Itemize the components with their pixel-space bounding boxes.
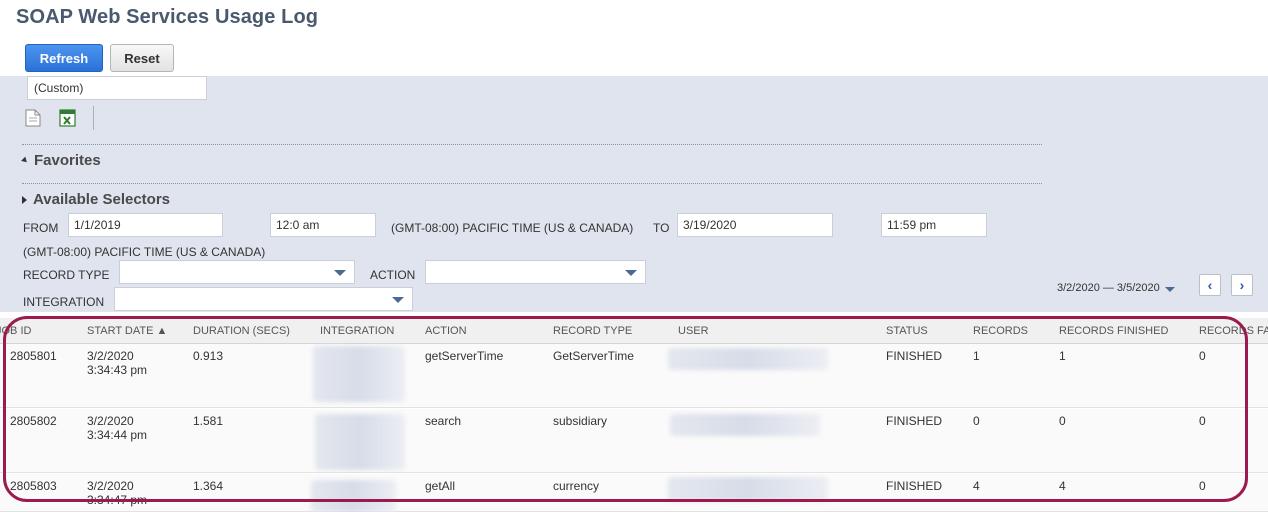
to-date-field[interactable]: 3/19/2020 [677,213,833,237]
date-range-select[interactable]: 3/2/2020 — 3/5/2020 [1057,282,1175,294]
job-id-cell[interactable]: 2805803 [10,479,57,493]
start-time-cell: 3:34:43 pm [87,363,148,377]
records-finished-cell: 4 [1059,479,1066,493]
user-cell-redacted [670,414,820,436]
column-header-records-failed[interactable]: RECORDS FA [1199,325,1268,337]
column-header-action[interactable]: ACTION [425,325,467,337]
favorites-toggle[interactable]: Favorites [21,152,101,169]
column-header-records[interactable]: RECORDS [973,325,1028,337]
status-cell: FINISHED [886,479,943,493]
divider [22,183,1042,184]
start-date-cell: 3/2/2020 [87,349,134,363]
column-header-status[interactable]: STATUS [886,325,928,337]
column-header-integration[interactable]: INTEGRATION [320,325,394,337]
records-finished-cell: 0 [1059,414,1066,428]
record-type-select[interactable] [119,260,355,284]
column-header-record-type[interactable]: RECORD TYPE [553,325,632,337]
from-time-field[interactable]: 12:0 am [270,213,376,237]
record-type-cell: currency [553,479,600,493]
user-cell-redacted [668,348,828,370]
records-cell: 1 [973,349,980,363]
record-type-cell: subsidiary [553,414,608,428]
from-timezone-label: (GMT-08:00) PACIFIC TIME (US & CANADA) [391,221,634,235]
divider [22,144,1042,145]
dropdown-caret-icon [334,270,346,276]
start-time-cell: 3:34:44 pm [87,428,148,442]
chevron-left-icon: ‹ [1207,277,1213,293]
dropdown-caret-icon [392,297,404,303]
table-row[interactable]: 2805801 3/2/2020 3:34:43 pm 0.913 getSer… [0,344,1268,408]
column-header-records-finished[interactable]: RECORDS FINISHED [1059,325,1168,337]
column-header-job-id[interactable]: JOB ID [0,325,31,337]
next-page-button[interactable]: › [1231,274,1253,296]
export-document-icon[interactable] [25,109,41,127]
integration-select[interactable] [114,287,413,311]
integration-label: INTEGRATION [23,295,105,309]
action-cell: search [425,414,462,428]
duration-cell: 1.581 [193,414,224,428]
expand-triangle-icon [22,195,27,204]
toolbar-separator [93,106,94,130]
saved-search-select[interactable]: (Custom) [27,76,207,100]
available-selectors-toggle[interactable]: Available Selectors [22,191,170,208]
column-header-duration[interactable]: DURATION (SECS) [193,325,290,337]
user-cell-redacted [668,477,828,501]
to-time-field[interactable]: 11:59 pm [881,213,987,237]
integration-cell-redacted [311,480,396,512]
duration-cell: 0.913 [193,349,224,363]
integration-cell-redacted [313,346,405,402]
action-select[interactable] [425,260,646,284]
action-label: ACTION [370,268,416,282]
from-date-field[interactable]: 1/1/2019 [68,213,223,237]
to-label: TO [653,221,670,235]
date-range-label: 3/2/2020 — 3/5/2020 [1057,282,1160,294]
action-cell: getAll [425,479,456,493]
job-id-cell[interactable]: 2805801 [10,349,57,363]
records-failed-cell: 0 [1199,479,1206,493]
to-timezone-label: (GMT-08:00) PACIFIC TIME (US & CANADA) [23,245,266,259]
status-cell: FINISHED [886,414,943,428]
start-date-cell: 3/2/2020 [87,479,134,493]
start-time-cell: 3:34:47 pm [87,493,148,507]
column-header-user[interactable]: USER [678,325,709,337]
integration-cell-redacted [315,414,405,470]
records-cell: 0 [973,414,980,428]
chevron-right-icon: › [1239,277,1245,293]
page-title: SOAP Web Services Usage Log [16,6,319,28]
table-row[interactable]: 2805803 3/2/2020 3:34:47 pm 1.364 getAll… [0,474,1268,512]
column-header-start-date[interactable]: START DATE ▲ [87,325,167,337]
dropdown-caret-icon [625,270,637,276]
dropdown-caret-icon [1164,286,1175,292]
records-cell: 4 [973,479,980,493]
export-excel-icon[interactable] [59,109,77,127]
action-cell: getServerTime [425,349,504,363]
records-failed-cell: 0 [1199,349,1206,363]
job-id-cell[interactable]: 2805802 [10,414,57,428]
available-selectors-label: Available Selectors [33,191,171,208]
from-label: FROM [23,221,59,235]
record-type-label: RECORD TYPE [23,268,110,282]
reset-button[interactable]: Reset [110,44,174,72]
refresh-button[interactable]: Refresh [25,44,103,72]
start-date-cell: 3/2/2020 [87,414,134,428]
favorites-label: Favorites [34,152,101,169]
records-finished-cell: 1 [1059,349,1066,363]
collapse-triangle-icon [21,156,29,165]
previous-page-button[interactable]: ‹ [1199,274,1221,296]
status-cell: FINISHED [886,349,943,363]
table-row[interactable]: 2805802 3/2/2020 3:34:44 pm 1.581 search… [0,409,1268,473]
record-type-cell: GetServerTime [553,349,634,363]
records-failed-cell: 0 [1199,414,1206,428]
duration-cell: 1.364 [193,479,224,493]
